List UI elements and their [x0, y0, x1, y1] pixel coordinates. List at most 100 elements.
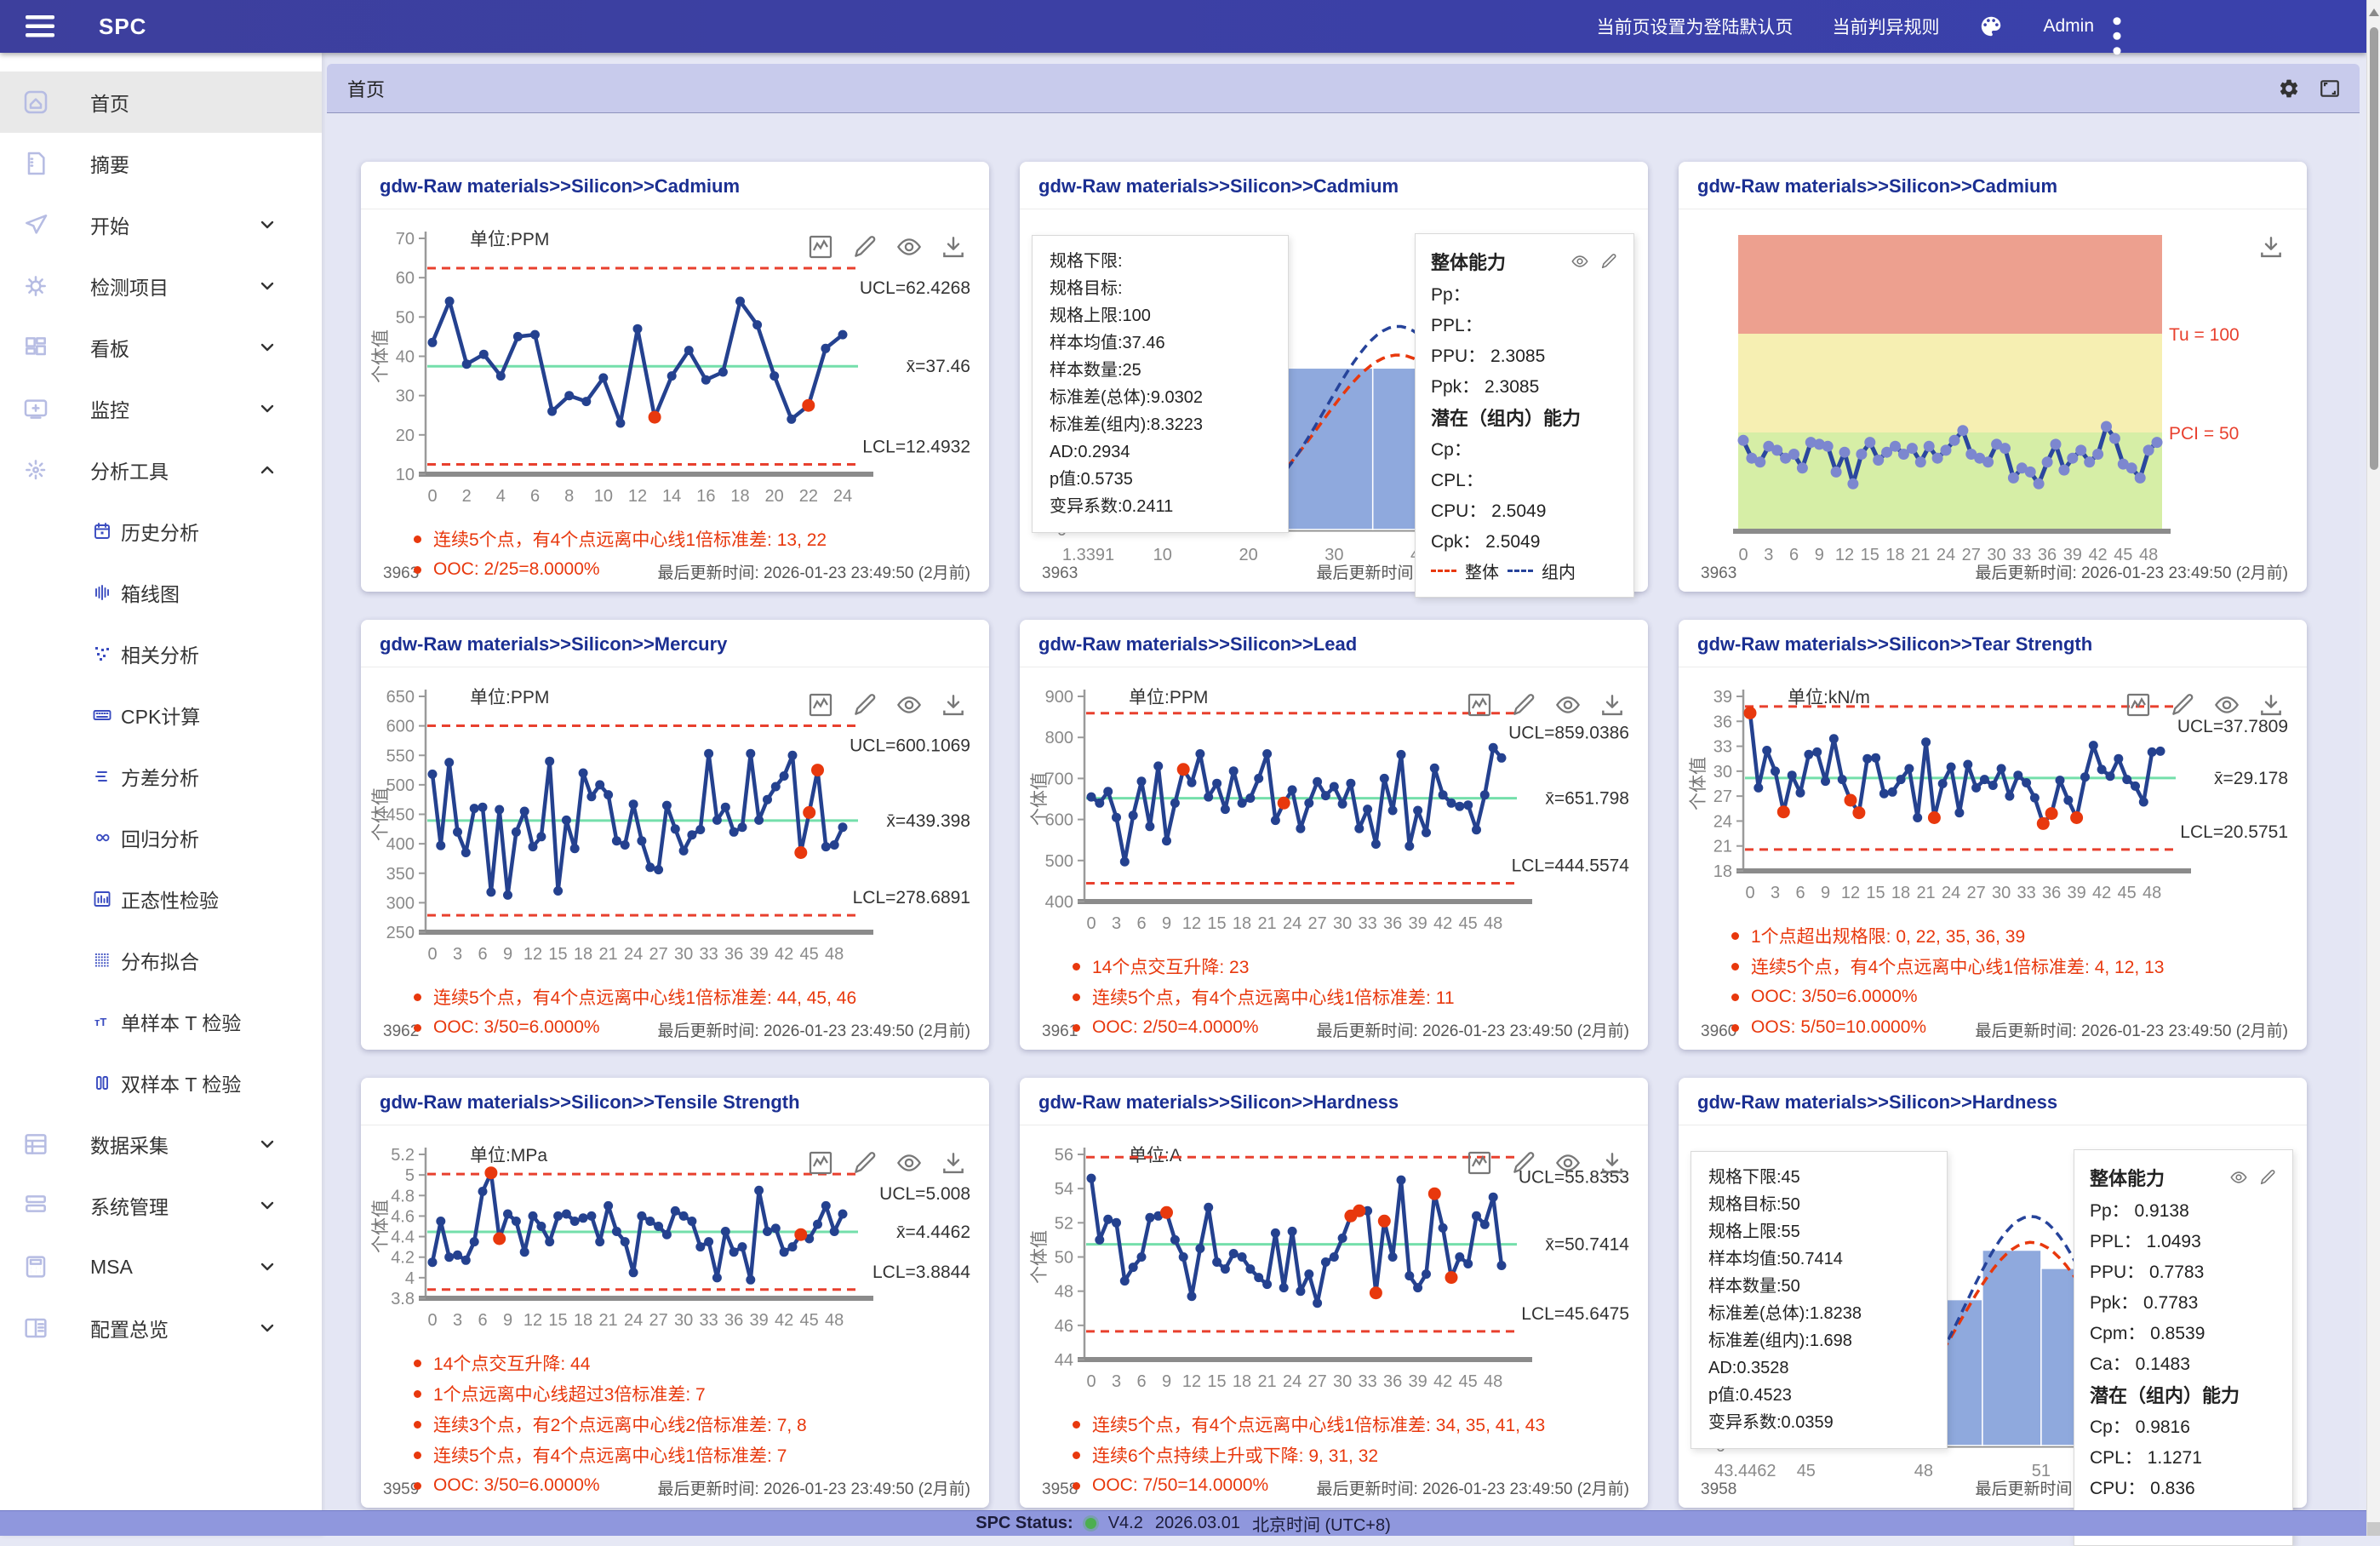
- current-rules-link[interactable]: 当前判异规则: [1832, 14, 1939, 39]
- svg-text:48: 48: [1914, 1462, 1933, 1480]
- download-icon[interactable]: [1599, 691, 1626, 719]
- capability-row: Cp：: [1431, 433, 1618, 464]
- status-footer: SPC Status: V4.2 2026.03.01 北京时间 (UTC+8): [0, 1510, 2366, 1536]
- band-label: Tu = 100: [2169, 325, 2240, 345]
- svg-text:3: 3: [1771, 884, 1780, 902]
- histogram-bar: [1982, 1251, 2041, 1446]
- svg-text:18: 18: [574, 945, 592, 964]
- dashboard-icon: [22, 334, 49, 361]
- download-icon[interactable]: [940, 691, 967, 719]
- stat-line: p值:0.4523: [1708, 1382, 1930, 1409]
- vertical-scrollbar[interactable]: [2366, 0, 2380, 1536]
- edit-icon[interactable]: [851, 691, 878, 719]
- sidebar-item-dashboard[interactable]: 看板: [0, 317, 322, 378]
- eye-icon[interactable]: [1554, 691, 1582, 719]
- sidebar-item-boxplot[interactable]: 箱线图: [0, 562, 322, 623]
- keyboard-icon: [92, 705, 112, 725]
- sidebar-item-msa[interactable]: MSA: [0, 1236, 322, 1297]
- sidebar-item-start[interactable]: 开始: [0, 194, 322, 255]
- edit-icon[interactable]: [1510, 1149, 1537, 1177]
- sidebar-item-one-sample-t-test[interactable]: тT 单样本 T 检验: [0, 991, 322, 1052]
- sidebar-item-config-overview[interactable]: 配置总览: [0, 1297, 322, 1359]
- edit-icon[interactable]: [2169, 691, 2196, 719]
- violation-point: [1370, 1286, 1382, 1299]
- svg-text:6: 6: [1789, 546, 1799, 564]
- stat-line: 样本均值:37.46: [1050, 329, 1271, 357]
- sidebar-item-normality-test[interactable]: 正态性检验: [0, 868, 322, 930]
- svg-text:0: 0: [1738, 546, 1748, 564]
- svg-text:800: 800: [1045, 729, 1073, 747]
- download-icon[interactable]: [1599, 1149, 1626, 1177]
- lcl-label: LCL=278.6891: [853, 888, 970, 908]
- edit-icon[interactable]: [1510, 691, 1537, 719]
- svg-text:45: 45: [2118, 884, 2137, 902]
- sidebar-item-correlation-analysis[interactable]: 相关分析: [0, 623, 322, 684]
- svg-text:12: 12: [523, 1311, 542, 1330]
- edit-icon[interactable]: [1599, 252, 1618, 271]
- edit-icon[interactable]: [851, 233, 878, 261]
- sidebar-item-inspection-items[interactable]: 检测项目: [0, 255, 322, 317]
- trend-chart-icon[interactable]: [1466, 691, 1493, 719]
- sidebar-item-two-sample-t-test[interactable]: 双样本 T 检验: [0, 1052, 322, 1114]
- settings-gear-icon[interactable]: [2278, 77, 2300, 100]
- set-default-page-link[interactable]: 当前页设置为登陆默认页: [1596, 14, 1793, 39]
- trend-chart-icon[interactable]: [807, 233, 834, 261]
- y-axis-title: 个体值: [1030, 772, 1050, 826]
- eye-icon[interactable]: [895, 233, 923, 261]
- hamburger-menu-icon[interactable]: [26, 15, 54, 37]
- user-name[interactable]: Admin: [2043, 16, 2094, 37]
- stat-line: 样本数量:50: [1708, 1273, 1930, 1300]
- eye-icon[interactable]: [1570, 252, 1589, 271]
- eye-icon[interactable]: [2213, 691, 2240, 719]
- sidebar-item-data-collection[interactable]: 数据采集: [0, 1114, 322, 1175]
- eye-icon[interactable]: [1554, 1149, 1582, 1177]
- stat-line: 规格目标:50: [1708, 1191, 1930, 1218]
- trend-chart-icon[interactable]: [807, 691, 834, 719]
- sidebar-item-regression-analysis[interactable]: 回归分析: [0, 807, 322, 868]
- t-one-icon: тT: [92, 1011, 112, 1032]
- sidebar-item-monitoring[interactable]: 监控: [0, 378, 322, 439]
- scrollbar-thumb[interactable]: [2370, 27, 2378, 470]
- svg-text:10: 10: [396, 466, 415, 484]
- sidebar-item-system-management[interactable]: 系统管理: [0, 1175, 322, 1236]
- within-capability-title: 潜在（组内）能力: [2090, 1378, 2277, 1411]
- violation-point: [493, 1233, 506, 1245]
- chevron-down-icon: [257, 215, 277, 235]
- sidebar-item-home[interactable]: 首页: [0, 72, 322, 133]
- scrollbar-up-arrow[interactable]: [2369, 7, 2379, 16]
- unit-label: 单位:PPM: [470, 230, 549, 249]
- svg-text:6: 6: [478, 1311, 487, 1330]
- eye-icon[interactable]: [895, 1149, 923, 1177]
- theme-palette-icon[interactable]: [1978, 14, 2004, 39]
- svg-text:39: 39: [1409, 914, 1427, 933]
- svg-text:400: 400: [1045, 893, 1073, 912]
- data-line: [1091, 747, 1502, 862]
- sidebar-item-summary[interactable]: 摘要: [0, 133, 322, 194]
- sidebar-item-variance-analysis[interactable]: 方差分析: [0, 746, 322, 807]
- sidebar-item-analysis-tools[interactable]: 分析工具: [0, 439, 322, 501]
- data-line: [432, 1173, 843, 1280]
- svg-text:15: 15: [1861, 546, 1879, 564]
- eye-icon[interactable]: [895, 691, 923, 719]
- eye-icon[interactable]: [2229, 1168, 2248, 1187]
- svg-text:27: 27: [649, 945, 667, 964]
- download-icon[interactable]: [940, 1149, 967, 1177]
- edit-icon[interactable]: [851, 1149, 878, 1177]
- trend-chart-icon[interactable]: [2125, 691, 2152, 719]
- barchart-icon: [92, 889, 112, 909]
- download-icon[interactable]: [2257, 233, 2285, 261]
- edit-icon[interactable]: [2258, 1168, 2277, 1187]
- svg-text:21: 21: [598, 1311, 617, 1330]
- download-icon[interactable]: [2257, 691, 2285, 719]
- sidebar-item-history-analysis[interactable]: 历史分析: [0, 501, 322, 562]
- svg-text:14: 14: [662, 487, 681, 506]
- trend-chart-icon[interactable]: [807, 1149, 834, 1177]
- trend-chart-icon[interactable]: [1466, 1149, 1493, 1177]
- download-icon[interactable]: [940, 233, 967, 261]
- zone-chart-svg: Tu = 100PCI = 50036912151821242730333639…: [1689, 223, 2297, 572]
- sidebar-item-distribution-fitting[interactable]: 分布拟合: [0, 930, 322, 991]
- more-menu-icon[interactable]: [2111, 14, 2123, 39]
- sidebar-item-cpk-calculation[interactable]: CPK计算: [0, 684, 322, 746]
- capability-row: Cpk： 2.5049: [1431, 525, 1618, 556]
- fullscreen-icon[interactable]: [2319, 77, 2341, 100]
